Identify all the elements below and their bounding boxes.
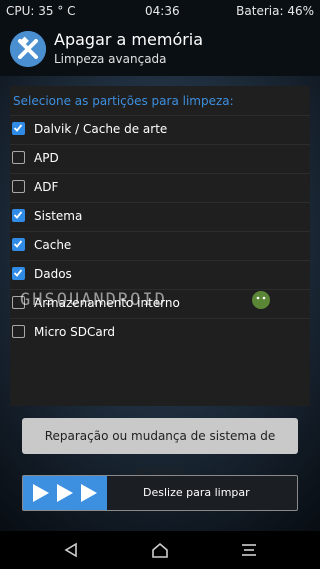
cpu-temperature: CPU: 35 ° C	[6, 4, 76, 18]
status-bar: CPU: 35 ° C 04:36 Bateria: 46%	[0, 0, 320, 22]
checkbox-checked[interactable]	[12, 238, 25, 251]
partition-label: Dalvik / Cache de arte	[34, 122, 168, 136]
partition-label: APD	[34, 151, 59, 165]
slider-label: Deslize para limpar	[143, 486, 250, 499]
arrows-icon	[33, 484, 97, 502]
partition-row[interactable]: Dalvik / Cache de arte	[10, 115, 310, 144]
partition-label: ADF	[34, 180, 59, 194]
navigation-bar	[0, 531, 320, 569]
checkbox-unchecked[interactable]	[12, 151, 25, 164]
partition-row[interactable]: Dados	[10, 260, 310, 289]
partition-list-title: Selecione as partições para limpeza:	[13, 94, 234, 108]
partition-row[interactable]: Cache	[10, 231, 310, 260]
partition-row[interactable]: Sistema	[10, 202, 310, 231]
twrp-logo-icon	[10, 31, 46, 67]
checkbox-checked[interactable]	[12, 122, 25, 135]
page-subtitle: Limpeza avançada	[54, 52, 167, 66]
checkbox-unchecked[interactable]	[12, 180, 25, 193]
partition-row[interactable]: ADF	[10, 173, 310, 202]
page-title: Apagar a memória	[54, 30, 204, 49]
partition-label: Sistema	[34, 209, 83, 223]
slider-handle[interactable]	[23, 476, 107, 510]
partition-label: Micro SDCard	[34, 325, 116, 339]
menu-lines-icon[interactable]	[240, 541, 258, 559]
android-icon	[250, 288, 272, 310]
swipe-to-wipe-slider[interactable]: Deslize para limpar	[22, 475, 298, 511]
checkbox-unchecked[interactable]	[12, 325, 25, 338]
partition-label: Cache	[34, 238, 72, 252]
checkbox-checked[interactable]	[12, 267, 25, 280]
partition-label: Dados	[34, 267, 72, 281]
header: Apagar a memória Limpeza avançada	[0, 22, 320, 76]
battery-level: Bateria: 46%	[236, 4, 314, 18]
checkbox-checked[interactable]	[12, 209, 25, 222]
partition-list-panel: Selecione as partições para limpeza: Dal…	[10, 86, 310, 406]
back-triangle-icon[interactable]	[62, 541, 80, 559]
repair-filesystem-button[interactable]: Reparação ou mudança de sistema de arqui…	[22, 418, 298, 479]
clock: 04:36	[145, 4, 180, 18]
partition-row[interactable]: Micro SDCard	[10, 318, 310, 347]
partition-row[interactable]: APD	[10, 144, 310, 173]
home-icon[interactable]	[151, 541, 169, 559]
